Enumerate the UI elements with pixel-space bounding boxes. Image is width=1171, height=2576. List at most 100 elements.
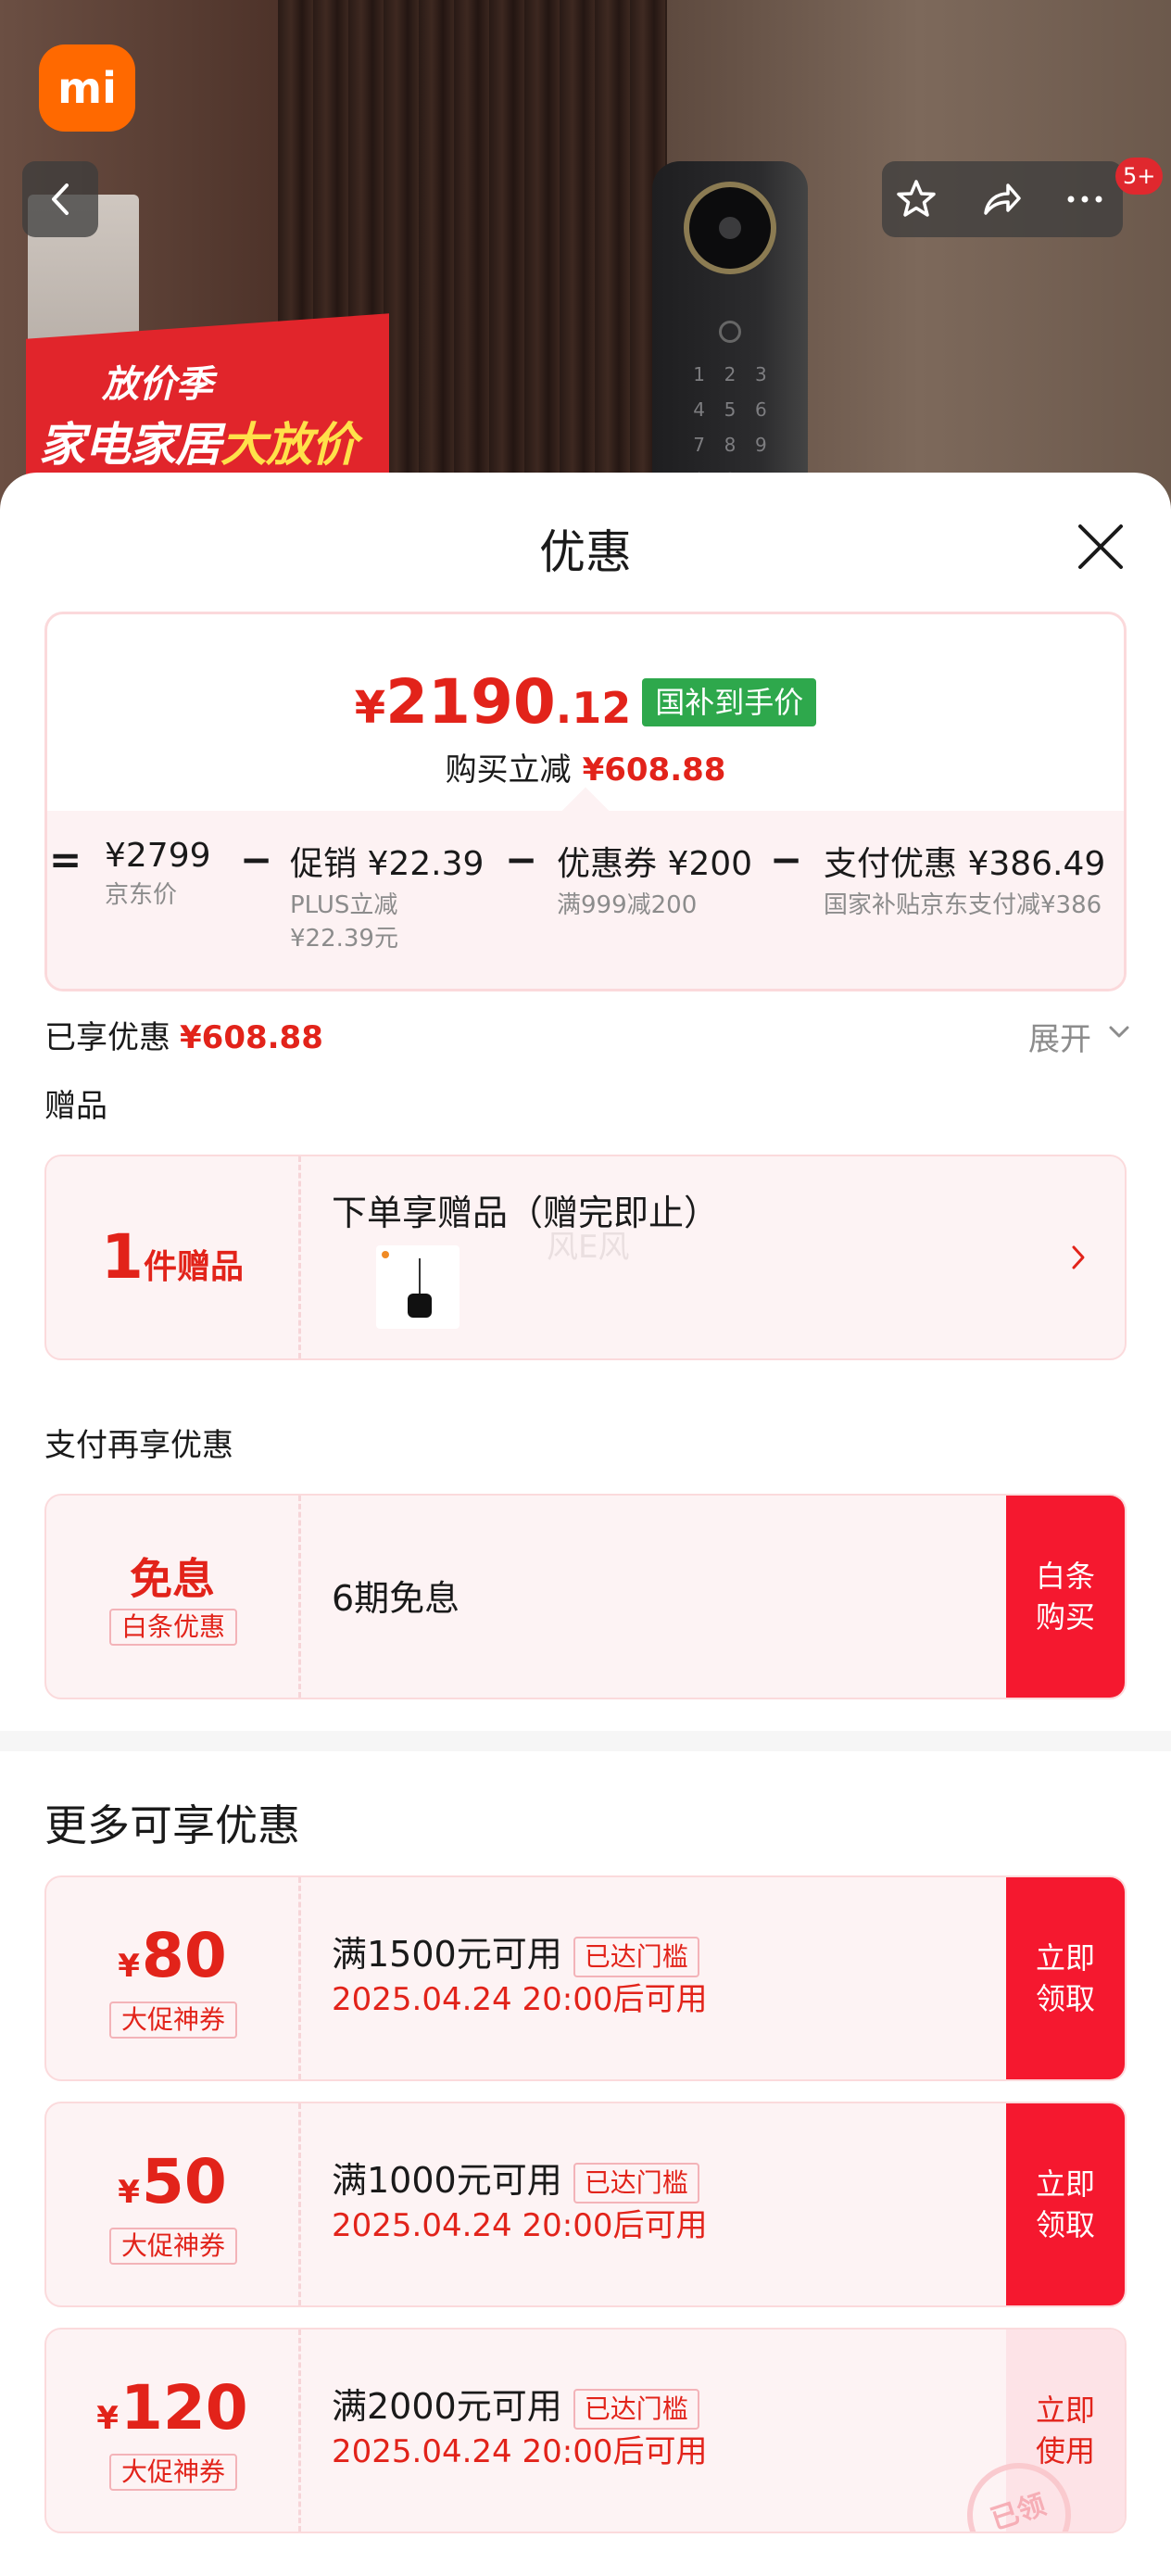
installment-desc: 6期免息 <box>332 1578 460 1619</box>
claim-coupon-label: 立即 领取 <box>1035 1940 1095 2016</box>
claim-coupon-button[interactable]: 立即 领取 <box>1006 2103 1125 2305</box>
breakdown-item-promo: 促销 ¥22.39 PLUS立减 ¥22.39元 <box>290 837 484 955</box>
coupon-condition: 满1000元可用 <box>332 2160 562 2201</box>
breakdown-value: 支付优惠 ¥386.49 <box>824 845 1106 883</box>
promo-sign-top-text: 放价季 <box>102 363 213 406</box>
promo-sign-main-text: 家电家居大放价 <box>39 408 358 474</box>
lock-key: 9 <box>754 434 767 456</box>
coupon-condition: 满1500元可用 <box>332 1934 562 1975</box>
expand-button[interactable]: 展开 <box>1028 1014 1129 1059</box>
notification-badge: 5+ <box>1115 158 1164 195</box>
currency-symbol: ¥ <box>354 682 386 734</box>
lock-key: 3 <box>754 363 767 385</box>
gift-title: 下单享赠品（赠完即止） <box>332 1193 720 1233</box>
coupon-type-tag: 大促神券 <box>109 2454 237 2491</box>
coupon-desc-row: 满1000元可用 已达门槛 <box>332 2152 699 2203</box>
coupon-amount-value: 50 <box>141 2146 227 2217</box>
coupon-date: 2025.04.24 20:00后可用 <box>332 2433 708 2470</box>
coupon-card-left: ¥50 大促神券 <box>46 2103 298 2305</box>
lock-key: 5 <box>724 398 737 421</box>
expand-label: 展开 <box>1028 1021 1091 1058</box>
coupon-card: ¥80 大促神券 满1500元可用 已达门槛 2025.04.24 20:00后可… <box>44 1875 1127 2081</box>
coupon-type-tag: 大促神券 <box>109 2228 237 2265</box>
subsidy-price-tag: 国补到手价 <box>642 677 817 726</box>
back-button[interactable] <box>22 161 98 237</box>
baitiao-buy-label: 白条 购买 <box>1035 1559 1095 1635</box>
breakdown-value: 促销 ¥22.39 <box>290 845 485 883</box>
lock-key: 6 <box>754 398 767 421</box>
lock-key: 8 <box>724 434 737 456</box>
threshold-tag: 已达门槛 <box>573 1936 699 1977</box>
price-decimal: .12 <box>555 683 632 733</box>
star-icon[interactable] <box>895 178 938 221</box>
threshold-tag: 已达门槛 <box>573 2162 699 2203</box>
chevron-down-icon <box>1109 1026 1129 1038</box>
coupon-amount-value: 80 <box>141 1920 227 1991</box>
final-price-row: ¥2190.12 国补到手价 <box>47 666 1124 738</box>
gift-section-label: 赠品 <box>44 1088 107 1125</box>
breakdown-value: ¥2799 <box>105 837 211 875</box>
claim-coupon-button[interactable]: 立即 领取 <box>1006 1877 1125 2079</box>
price-summary-card: ¥2190.12 国补到手价 购买立减 ¥608.88 = ¥2799 京东价 − … <box>44 612 1127 991</box>
use-coupon-label: 立即 使用 <box>1035 2393 1095 2469</box>
enjoyed-amount: ¥608.88 <box>180 1019 323 1056</box>
minus-sign: − <box>505 837 538 882</box>
baitiao-tag: 白条优惠 <box>109 1609 237 1646</box>
section-separator <box>0 1731 1171 1751</box>
free-interest-headline: 免息 <box>130 1554 215 1604</box>
share-icon[interactable] <box>980 178 1023 221</box>
coupon-amount: ¥120 <box>46 2372 298 2443</box>
breakdown-value: 优惠券 ¥200 <box>557 845 753 883</box>
coupon-divider <box>298 1156 301 1358</box>
currency-symbol: ¥ <box>96 2400 119 2437</box>
coupon-type-tag: 大促神券 <box>109 2001 237 2039</box>
breakdown-label: 国家补贴京东支付减¥386 <box>824 891 1102 919</box>
breakdown-label: 京东价 <box>105 881 178 909</box>
lock-key: 4 <box>693 398 706 421</box>
minus-sign: − <box>240 837 273 882</box>
enjoyed-discount: 已享优惠 ¥608.88 <box>44 1012 323 1057</box>
claim-coupon-label: 立即 领取 <box>1035 2166 1095 2242</box>
coupon-amount-value: 120 <box>120 2372 248 2443</box>
currency-symbol: ¥ <box>118 2174 140 2211</box>
coupon-card-left: ¥120 大促神券 <box>46 2330 298 2532</box>
coupon-card-left: ¥80 大促神券 <box>46 1877 298 2079</box>
lock-key: 1 <box>693 363 706 385</box>
watermark-text: 风E风 <box>547 1229 630 1266</box>
gift-count-number: 1 <box>101 1221 144 1293</box>
gift-card-left: 1件赠品 <box>46 1156 298 1358</box>
product-hero-image: 放价季 家电家居大放价 1 2 3 4 5 6 7 8 9 * 0 ✓ mi <box>0 0 1171 519</box>
more-discounts-title: 更多可享优惠 <box>44 1800 300 1850</box>
gift-thumbnail <box>376 1245 460 1329</box>
breakdown-item-jd-price: ¥2799 京东价 <box>105 837 211 912</box>
baitiao-card: 免息 白条优惠 6期免息 白条 购买 <box>44 1494 1127 1699</box>
lock-camera <box>684 182 776 274</box>
chevron-right-icon <box>1072 1245 1085 1269</box>
lock-key: 7 <box>693 434 706 456</box>
chevron-left-icon <box>52 183 69 215</box>
equals-sign: = <box>49 837 82 882</box>
pay-section-label: 支付再享优惠 <box>44 1427 233 1464</box>
reduce-amount: ¥608.88 <box>582 751 726 789</box>
coupon-amount: ¥80 <box>46 1920 298 1991</box>
more-icon[interactable] <box>1064 178 1106 221</box>
gift-card[interactable]: 1件赠品 下单享赠品（赠完即止） 风E风 <box>44 1155 1127 1360</box>
baitiao-buy-button[interactable]: 白条 购买 <box>1006 1496 1125 1698</box>
baitiao-card-left: 免息 白条优惠 <box>46 1496 298 1698</box>
close-icon[interactable] <box>1075 521 1127 573</box>
top-action-bar <box>882 161 1123 237</box>
coupon-divider <box>298 1496 301 1698</box>
breakdown-label: 满999减200 <box>557 891 698 919</box>
coupon-condition: 满2000元可用 <box>332 2386 562 2427</box>
breakdown-item-payment: 支付优惠 ¥386.49 国家补贴京东支付减¥386 <box>824 837 1105 922</box>
coupon-amount: ¥50 <box>46 2146 298 2217</box>
coupon-desc-row: 满2000元可用 已达门槛 <box>332 2378 699 2430</box>
breakdown-label: PLUS立减 <box>290 891 398 919</box>
breakdown-item-coupon: 优惠券 ¥200 满999减200 <box>557 837 752 922</box>
coupon-divider <box>298 1877 301 2079</box>
gift-count: 1件赠品 <box>46 1221 298 1293</box>
promo-main-a: 家电家居 <box>39 418 221 472</box>
lock-sensor <box>719 321 741 343</box>
coupon-card: ¥50 大促神券 满1000元可用 已达门槛 2025.04.24 20:00后可… <box>44 2102 1127 2307</box>
threshold-tag: 已达门槛 <box>573 2388 699 2430</box>
